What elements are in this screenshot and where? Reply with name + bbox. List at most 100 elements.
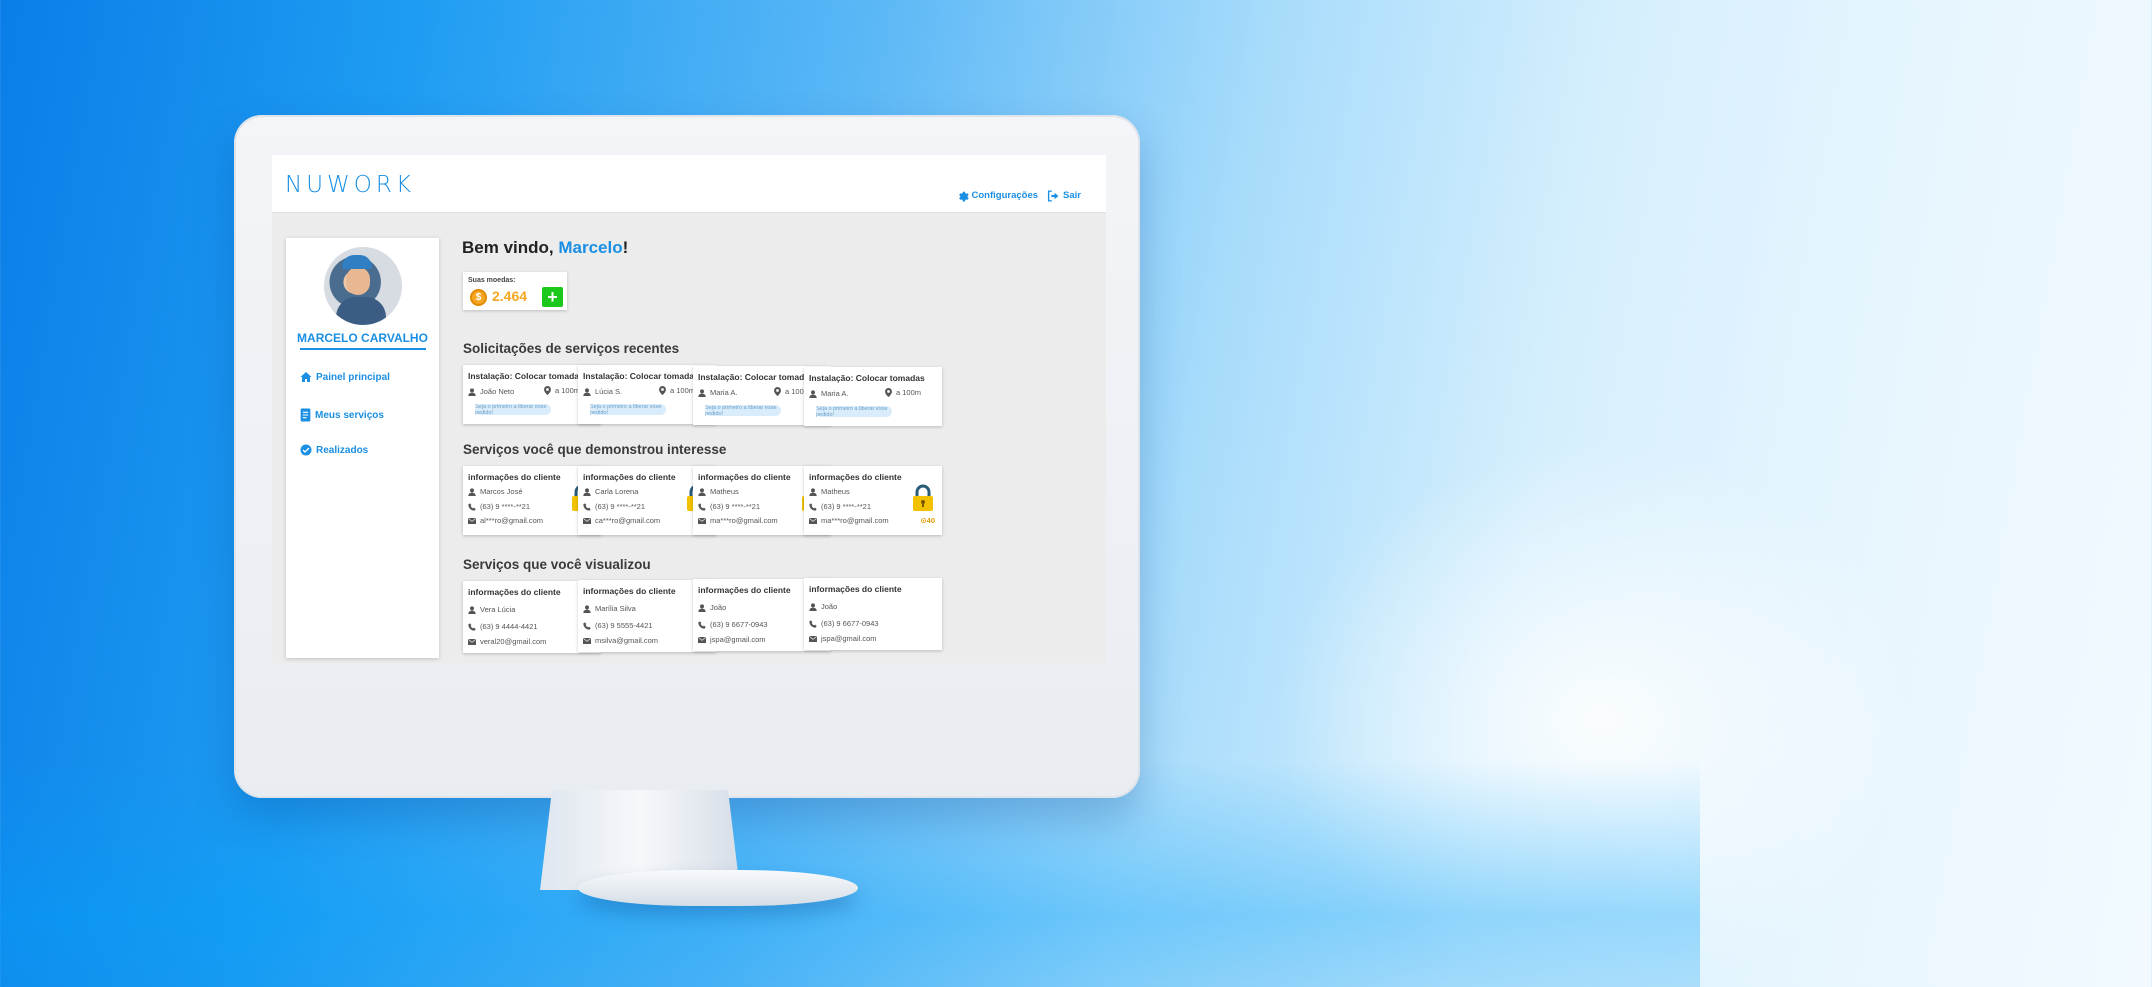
user-icon xyxy=(583,604,591,613)
recent-requests-title: Solicitações de serviços recentes xyxy=(463,341,680,356)
unlock-request-button[interactable]: Seja o primeiro a liberar esse pedido! xyxy=(816,406,892,418)
card-email-row: jspa@gmail.com xyxy=(809,634,877,643)
location-pin-icon xyxy=(884,388,892,397)
card-phone-row: (63) 9 6677-0943 xyxy=(809,619,879,628)
app-screen: NUWORK Configurações Sair MARCELO CARVAL… xyxy=(272,155,1106,663)
card-client: Carla Lorena xyxy=(595,487,639,496)
sidebar-item-label: Meus serviços xyxy=(315,409,384,421)
card-title: Instalação: Colocar tomadas xyxy=(809,373,925,383)
location-pin-icon xyxy=(658,386,666,395)
logout-label: Sair xyxy=(1063,190,1081,201)
card-email: msilva@gmail.com xyxy=(595,636,659,645)
user-name: MARCELO CARVALHO xyxy=(297,331,428,345)
user-icon xyxy=(468,387,476,396)
unlock-price: ⊙40 xyxy=(920,516,935,525)
name-divider xyxy=(300,348,426,350)
coin-icon: $ xyxy=(470,289,487,306)
interested-card[interactable]: informações do cliente Matheus (63) 9 **… xyxy=(804,466,942,535)
phone-icon xyxy=(698,502,706,511)
card-client: João xyxy=(710,603,727,612)
request-card[interactable]: Instalação: Colocar tomadas Maria A. a 1… xyxy=(804,367,942,426)
mail-icon xyxy=(468,638,476,645)
sidebar-item-label: Realizados xyxy=(316,444,369,456)
card-client-row: Maria A. xyxy=(809,389,849,398)
welcome-suffix: ! xyxy=(622,238,629,257)
card-phone-row: (63) 9 ****-**21 xyxy=(583,502,645,511)
phone-icon xyxy=(809,502,817,511)
unlock-request-button[interactable]: Seja o primeiro a liberar esse pedido! xyxy=(475,404,551,416)
card-phone-row: (63) 9 4444-4421 xyxy=(468,622,538,631)
user-icon xyxy=(698,388,706,397)
mail-icon xyxy=(809,517,817,524)
welcome-heading: Bem vindo, Marcelo! xyxy=(462,238,628,258)
phone-icon xyxy=(809,619,817,628)
card-client-row: Matheus xyxy=(809,487,850,496)
welcome-prefix: Bem vindo, xyxy=(462,238,554,257)
card-client: Maria A. xyxy=(710,388,738,397)
phone-icon xyxy=(468,502,476,511)
avatar-body xyxy=(336,297,386,325)
card-client-row: Marília Silva xyxy=(583,604,636,613)
viewed-card[interactable]: informações do cliente João (63) 9 6677-… xyxy=(804,578,942,650)
user-icon xyxy=(809,602,817,611)
check-circle-icon xyxy=(300,444,312,456)
top-bar: NUWORK Configurações Sair xyxy=(272,155,1106,213)
card-email-row: jspa@gmail.com xyxy=(698,635,766,644)
viewed-title: Serviços que você visualizou xyxy=(463,557,651,572)
card-email-row: msilva@gmail.com xyxy=(583,636,658,645)
card-phone-row: (63) 9 ****-**21 xyxy=(809,502,871,511)
lock-icon[interactable] xyxy=(912,484,934,512)
card-email: jspa@gmail.com xyxy=(821,634,877,643)
card-client-row: Carla Lorena xyxy=(583,487,638,496)
card-email-row: ca***ro@gmail.com xyxy=(583,516,660,525)
card-client-row: João xyxy=(698,603,726,612)
sidebar-item-meus-servicos[interactable]: Meus serviços xyxy=(300,408,384,422)
sidebar-item-label: Painel principal xyxy=(316,371,390,383)
add-coins-button[interactable]: + xyxy=(542,287,563,307)
card-client-row: Vera Lúcia xyxy=(468,605,515,614)
card-client: João Neto xyxy=(480,387,515,396)
mail-icon xyxy=(468,517,476,524)
phone-icon xyxy=(698,620,706,629)
user-icon xyxy=(468,605,476,614)
card-phone: (63) 9 6677-0943 xyxy=(710,620,768,629)
sidebar: MARCELO CARVALHO Painel principal Meus s… xyxy=(286,238,439,658)
avatar xyxy=(324,247,402,325)
home-icon xyxy=(300,371,312,383)
card-phone: (63) 9 ****-**21 xyxy=(710,502,761,511)
user-icon xyxy=(809,389,817,398)
card-email-row: ma***ro@gmail.com xyxy=(809,516,889,525)
card-email: ma***ro@gmail.com xyxy=(821,516,889,525)
user-icon xyxy=(583,387,591,396)
card-title: Instalação: Colocar tomadas xyxy=(583,371,699,381)
card-email: al***ro@gmail.com xyxy=(480,516,544,525)
card-client: Matheus xyxy=(710,487,739,496)
interested-title: Serviços você que demonstrou interesse xyxy=(463,442,727,457)
settings-button[interactable]: Configurações xyxy=(956,189,1039,202)
unlock-request-button[interactable]: Seja o primeiro a liberar esse pedido! xyxy=(705,405,781,417)
settings-label: Configurações xyxy=(971,190,1039,201)
logout-button[interactable]: Sair xyxy=(1047,189,1081,202)
logout-icon xyxy=(1047,189,1060,202)
card-phone-row: (63) 9 ****-**21 xyxy=(468,502,530,511)
unlock-request-button[interactable]: Seja o primeiro a liberar esse pedido! xyxy=(590,404,666,416)
mail-icon xyxy=(698,517,706,524)
card-distance-row: a 100m xyxy=(543,386,580,395)
sidebar-item-realizados[interactable]: Realizados xyxy=(300,444,368,456)
location-pin-icon xyxy=(773,387,781,396)
phone-icon xyxy=(583,502,591,511)
card-distance: a 100m xyxy=(555,386,581,395)
logo[interactable]: NUWORK xyxy=(285,172,415,198)
card-client: Lúcia S. xyxy=(595,387,623,396)
mail-icon xyxy=(583,517,591,524)
avatar-cap xyxy=(342,255,372,269)
card-email: veral20@gmail.com xyxy=(480,637,547,646)
sidebar-item-painel-principal[interactable]: Painel principal xyxy=(300,371,390,383)
card-title: informações do cliente xyxy=(583,586,676,596)
user-icon xyxy=(809,487,817,496)
card-client-row: Matheus xyxy=(698,487,739,496)
card-title: informações do cliente xyxy=(583,472,676,482)
card-title: informações do cliente xyxy=(809,472,902,482)
card-distance: a 100m xyxy=(896,388,922,397)
card-title: Instalação: Colocar tomadas xyxy=(468,371,584,381)
